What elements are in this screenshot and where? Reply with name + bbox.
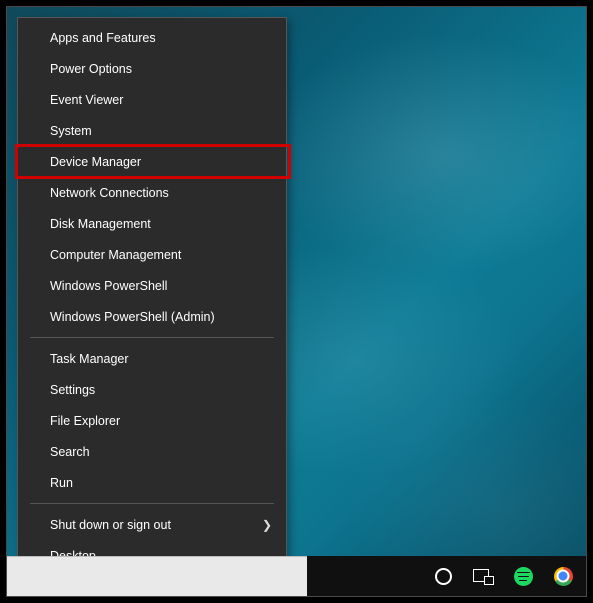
menu-item-label: File Explorer [50,414,120,428]
menu-disk-management[interactable]: Disk Management [18,208,286,239]
menu-item-label: Settings [50,383,95,397]
menu-item-label: Device Manager [50,155,141,169]
menu-search[interactable]: Search [18,436,286,467]
menu-network-connections[interactable]: Network Connections [18,177,286,208]
menu-power-options[interactable]: Power Options [18,53,286,84]
menu-settings[interactable]: Settings [18,374,286,405]
menu-computer-management[interactable]: Computer Management [18,239,286,270]
menu-item-label: Run [50,476,73,490]
menu-item-label: Power Options [50,62,132,76]
menu-item-label: Task Manager [50,352,129,366]
taskbar-icons-area [307,556,586,596]
menu-item-label: Windows PowerShell [50,279,167,293]
menu-item-label: Shut down or sign out [50,518,171,532]
desktop-area: Apps and Features Power Options Event View… [6,6,587,597]
menu-item-label: Computer Management [50,248,181,262]
menu-item-label: Event Viewer [50,93,123,107]
menu-item-label: System [50,124,92,138]
chevron-right-icon: ❯ [262,518,272,532]
menu-windows-powershell[interactable]: Windows PowerShell [18,270,286,301]
menu-system[interactable]: System [18,115,286,146]
spotify-glyph [514,567,533,586]
menu-apps-and-features[interactable]: Apps and Features [18,22,286,53]
chrome-icon[interactable] [552,565,574,587]
circle-icon [435,568,452,585]
spotify-icon[interactable] [512,565,534,587]
menu-task-manager[interactable]: Task Manager [18,343,286,374]
menu-separator [30,503,274,504]
menu-item-label: Disk Management [50,217,151,231]
taskbar-light-segment [7,556,307,596]
menu-shutdown-signout[interactable]: Shut down or sign out ❯ [18,509,286,540]
menu-windows-powershell-admin[interactable]: Windows PowerShell (Admin) [18,301,286,332]
task-view-glyph [473,569,493,583]
menu-item-label: Windows PowerShell (Admin) [50,310,215,324]
menu-separator [30,337,274,338]
winx-context-menu: Apps and Features Power Options Event View… [17,17,287,576]
menu-file-explorer[interactable]: File Explorer [18,405,286,436]
menu-device-manager[interactable]: Device Manager [18,146,286,177]
task-view-icon[interactable] [472,565,494,587]
menu-item-label: Network Connections [50,186,169,200]
menu-run[interactable]: Run [18,467,286,498]
menu-item-label: Apps and Features [50,31,156,45]
taskbar [7,556,586,596]
chrome-glyph [554,567,573,586]
cortana-circle-icon[interactable] [432,565,454,587]
menu-item-label: Search [50,445,90,459]
menu-event-viewer[interactable]: Event Viewer [18,84,286,115]
